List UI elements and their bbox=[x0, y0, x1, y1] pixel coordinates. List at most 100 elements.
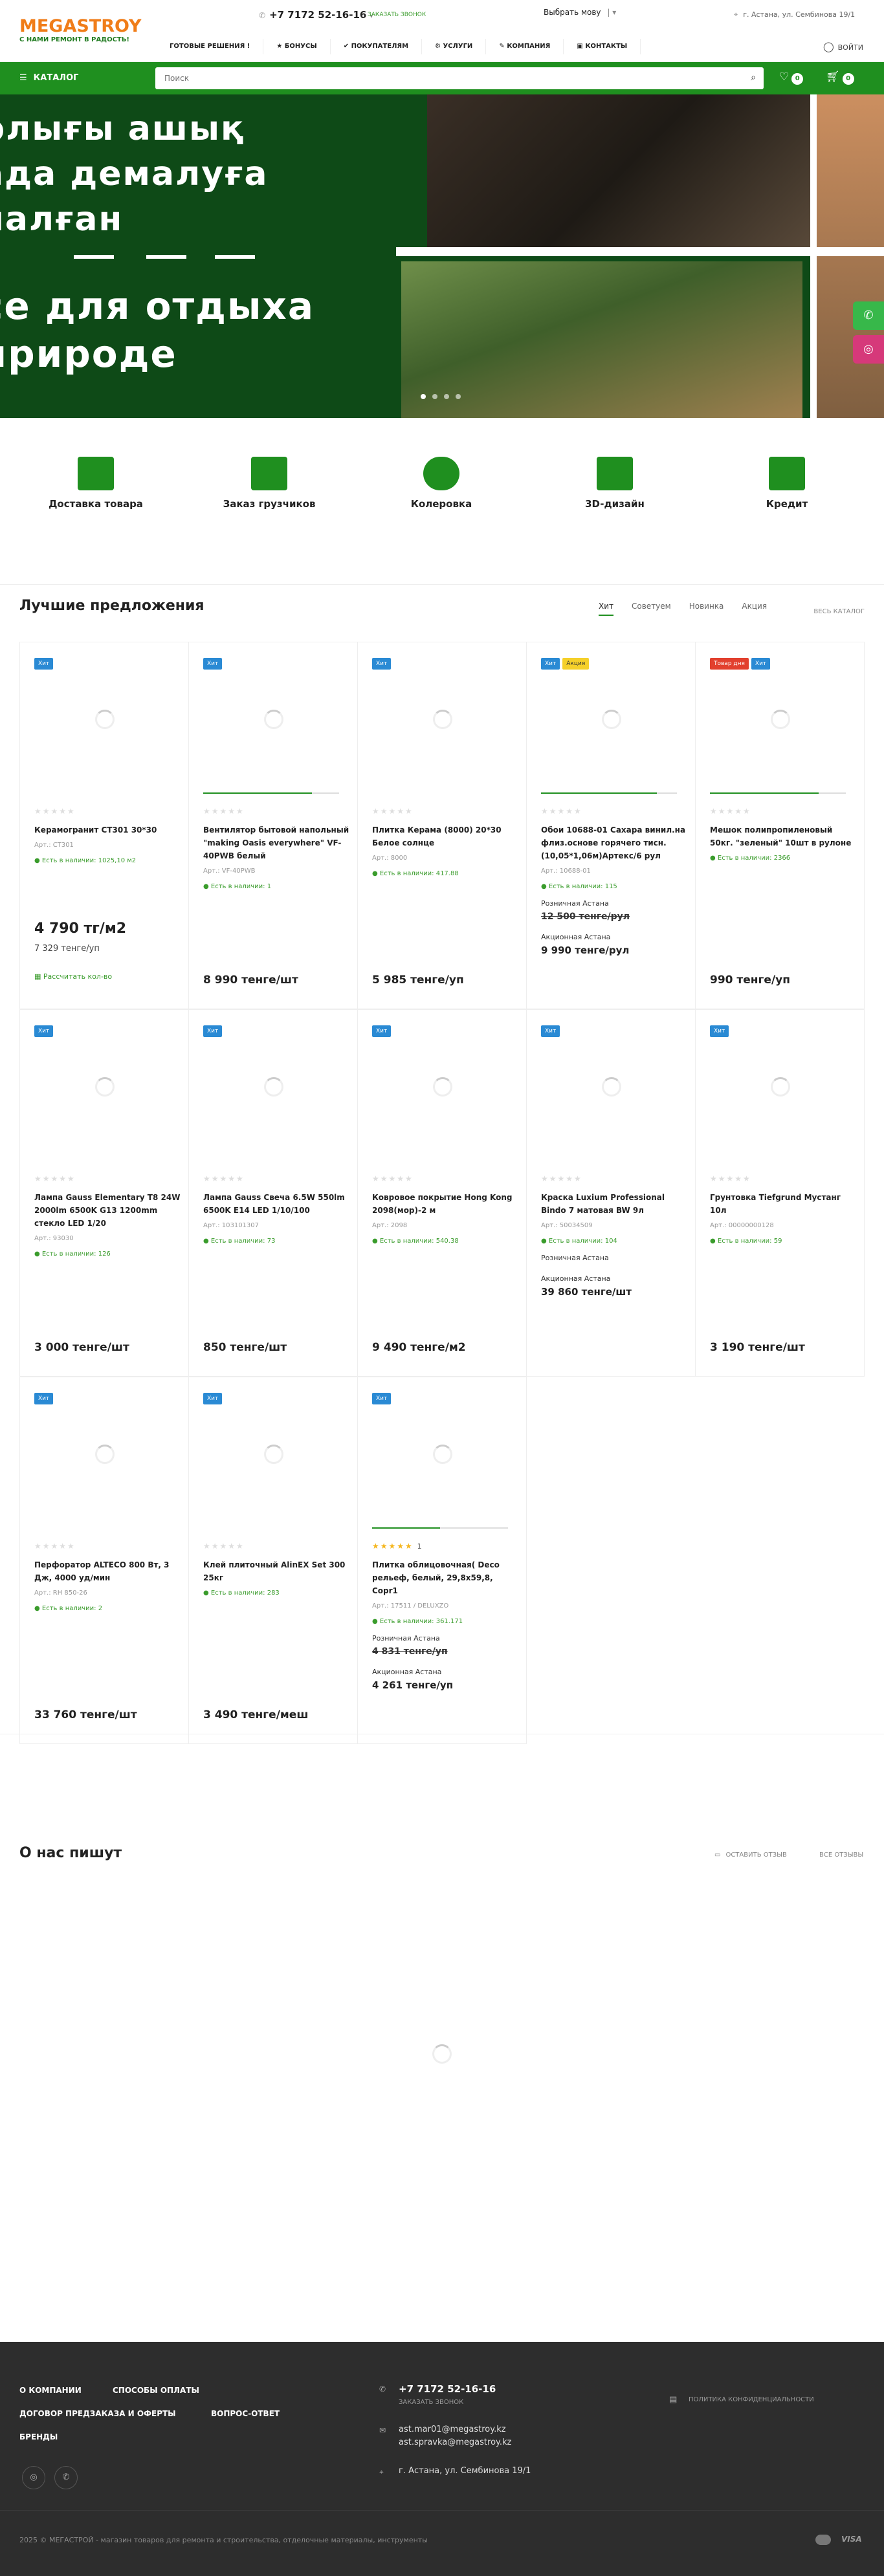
instagram-icon[interactable]: ◎ bbox=[22, 2466, 45, 2489]
product-name[interactable]: Лампа Gauss Elementary T8 24W 2000lm 650… bbox=[34, 1191, 182, 1230]
banner-line-4: се для отдыха bbox=[0, 284, 315, 328]
search-input[interactable] bbox=[155, 67, 725, 89]
footer-callback[interactable]: заказать звонок bbox=[399, 2399, 463, 2406]
calc-label: Рассчитать кол-во bbox=[43, 972, 113, 981]
product-price: 39 860 тенге/шт bbox=[541, 1286, 632, 1298]
copyright: 2025 © МЕГАСТРОЙ - магазин товаров для р… bbox=[19, 2536, 428, 2544]
footer-email-2[interactable]: ast.spravka@megastroy.kz bbox=[399, 2438, 511, 2447]
instagram-icon: ◎ bbox=[863, 342, 874, 356]
divider bbox=[0, 2510, 884, 2511]
rating-stars: ★★★★★ bbox=[541, 1174, 582, 1183]
image-loading-spinner bbox=[95, 1077, 115, 1097]
product-card[interactable]: Товар дня Хит ★★★★★ Мешок полипропиленовый … bbox=[695, 642, 865, 1009]
product-name[interactable]: Плитка облицовочная( Deco рельеф, белый,… bbox=[372, 1558, 520, 1597]
calculate-quantity-link[interactable]: ▦ Рассчитать кол-во bbox=[34, 972, 112, 981]
footer-link-contract[interactable]: ДОГОВОР ПРЕДЗАКАЗА И ОФЕРТЫ bbox=[19, 2409, 176, 2418]
slide-dot[interactable] bbox=[456, 394, 461, 399]
banner-line-1: рлығы ашық bbox=[0, 109, 245, 148]
service-credit[interactable]: Кредит bbox=[722, 457, 852, 510]
product-name[interactable]: Грунтовка Tiefgrund Мустанг 10л bbox=[710, 1191, 857, 1217]
product-article: Арт.: 50034509 bbox=[541, 1222, 593, 1229]
nav-ready-solutions[interactable]: ГОТОВЫЕ РЕШЕНИЯ ! bbox=[157, 39, 264, 54]
product-name[interactable]: Керамогранит CT301 30*30 bbox=[34, 824, 182, 836]
tab-recommend[interactable]: Советуем bbox=[632, 602, 671, 616]
product-card[interactable]: Хит ★★★★★ Лампа Gauss Elementary T8 24W 20… bbox=[19, 1009, 189, 1377]
product-tag: Хит bbox=[203, 658, 223, 670]
service-tinting[interactable]: Колеровка bbox=[377, 457, 506, 510]
service-loaders[interactable]: Заказ грузчиков bbox=[204, 457, 334, 510]
slide-dot[interactable] bbox=[444, 394, 449, 399]
footer-link-faq[interactable]: ВОПРОС-ОТВЕТ bbox=[211, 2409, 280, 2418]
all-catalog-link[interactable]: Весь каталог bbox=[813, 608, 865, 615]
rating-stars: ★★★★★ bbox=[710, 807, 751, 816]
nav-customers[interactable]: ✔ ПОКУПАТЕЛЯМ bbox=[331, 39, 423, 54]
slide-dot[interactable] bbox=[432, 394, 437, 399]
footer-email-1[interactable]: ast.mar01@megastroy.kz bbox=[399, 2425, 506, 2434]
logo[interactable]: MEGASTROY С НАМИ РЕМОНТ В РАДОСТЬ! bbox=[19, 17, 142, 44]
favorites-button[interactable]: ♡ 0 bbox=[779, 71, 804, 85]
slide-dot[interactable] bbox=[421, 394, 426, 399]
tab-hit[interactable]: Хит bbox=[599, 602, 614, 616]
stock-status: ● Есть в наличии: 1 bbox=[203, 883, 272, 890]
product-card[interactable]: Хит ★★★★★ 1 Плитка облицовочная( Deco рель… bbox=[357, 1377, 527, 1744]
product-article: Арт.: 103101307 bbox=[203, 1222, 260, 1229]
product-card[interactable]: Хит ★★★★★ Грунтовка Tiefgrund Мустанг 10л А… bbox=[695, 1009, 865, 1377]
login-button[interactable]: ◯ Войти bbox=[823, 39, 863, 56]
language-select[interactable]: Выбрать мову | ▾ bbox=[544, 8, 616, 17]
tab-new[interactable]: Новинка bbox=[689, 602, 724, 616]
product-card[interactable]: Хит ★★★★★ Ковровое покрытие Hong Kong 2098… bbox=[357, 1009, 527, 1377]
product-name[interactable]: Перфоратор ALTECO 800 Вт, 3 Дж, 4000 уд/… bbox=[34, 1558, 182, 1584]
footer-link-about[interactable]: О КОМПАНИИ bbox=[19, 2386, 82, 2395]
product-card[interactable]: Хит ★★★★★ Клей плиточный AlinEX Set 300 25… bbox=[188, 1377, 358, 1744]
product-card[interactable]: Хит Акция ★★★★★ Обои 10688-01 Сахара винил.… bbox=[526, 642, 696, 1009]
nav-contacts[interactable]: ▣ КОНТАКТЫ bbox=[564, 39, 641, 54]
product-card[interactable]: Хит ★★★★★ Плитка Керама (8000) 20*30 Белое… bbox=[357, 642, 527, 1009]
whatsapp-button[interactable]: ✆ bbox=[853, 301, 884, 330]
tab-promo[interactable]: Акция bbox=[742, 602, 767, 616]
stock-text: Есть в наличии: 361.171 bbox=[379, 1618, 463, 1625]
service-delivery[interactable]: Доставка товара bbox=[31, 457, 160, 510]
product-article: Арт.: RH 850-26 bbox=[34, 1589, 87, 1597]
banner-dash bbox=[215, 255, 255, 259]
privacy-link[interactable]: Политика конфиденциальности bbox=[689, 2396, 814, 2403]
stock-status: ● Есть в наличии: 283 bbox=[203, 1589, 280, 1597]
hero-banner[interactable]: рлығы ашық ада демалуға налған се для от… bbox=[0, 94, 884, 418]
service-3d-design[interactable]: 3D-дизайн bbox=[550, 457, 680, 510]
banner-dash bbox=[146, 255, 186, 259]
nav-services[interactable]: ⚙ УСЛУГИ bbox=[422, 39, 487, 54]
footer-phone[interactable]: +7 7172 52-16-16 bbox=[399, 2383, 496, 2395]
product-name[interactable]: Лампа Gauss Свеча 6.5W 550lm 6500K E14 L… bbox=[203, 1191, 351, 1217]
header-phone[interactable]: ✆ +7 7172 52-16-16 ▾ bbox=[259, 9, 373, 21]
product-card[interactable]: Хит ★★★★★ Керамогранит CT301 30*30 Арт.: CT… bbox=[19, 642, 189, 1009]
nav-company[interactable]: ✎ КОМПАНИЯ bbox=[486, 39, 564, 54]
whatsapp-icon[interactable]: ✆ bbox=[54, 2466, 78, 2489]
product-card[interactable]: Хит ★★★★★ Лампа Gauss Свеча 6.5W 550lm 650… bbox=[188, 1009, 358, 1377]
product-name[interactable]: Вентилятор бытовой напольный "making Oas… bbox=[203, 824, 351, 862]
banner-text-area: рлығы ашық ада демалуға налған се для от… bbox=[0, 94, 395, 418]
product-name[interactable]: Обои 10688-01 Сахара винил.на флиз.основ… bbox=[541, 824, 689, 862]
product-name[interactable]: Ковровое покрытие Hong Kong 2098(мор)-2 … bbox=[372, 1191, 520, 1217]
product-card[interactable]: Хит ★★★★★ Вентилятор бытовой напольный "ma… bbox=[188, 642, 358, 1009]
product-article: Арт.: 2098 bbox=[372, 1222, 408, 1229]
product-name[interactable]: Мешок полипропиленовый 50кг. "зеленый" 1… bbox=[710, 824, 857, 849]
favorites-count: 0 bbox=[791, 73, 804, 85]
search-icon[interactable]: ⌕ bbox=[751, 72, 756, 83]
product-name[interactable]: Плитка Керама (8000) 20*30 Белое солнце bbox=[372, 824, 520, 849]
cart-button[interactable]: 🛒︎ 0 bbox=[826, 71, 854, 85]
footer-link-brands[interactable]: БРЕНДЫ bbox=[19, 2432, 58, 2441]
footer-link-payment[interactable]: СПОСОБЫ ОПЛАТЫ bbox=[113, 2386, 199, 2395]
catalog-button[interactable]: ☰ КАТАЛОГ bbox=[19, 62, 78, 94]
product-name[interactable]: Клей плиточный AlinEX Set 300 25кг bbox=[203, 1558, 351, 1584]
instagram-button[interactable]: ◎ bbox=[853, 335, 884, 364]
leave-review-button[interactable]: ▭ Оставить отзыв bbox=[714, 1851, 787, 1859]
header-address[interactable]: ⌖ г. Астана, ул. Сембинова 19/1 bbox=[734, 10, 855, 19]
product-name[interactable]: Краска Luxium Professional Bindo 7 матов… bbox=[541, 1191, 689, 1217]
nav-bonuses[interactable]: ★ БОНУСЫ bbox=[263, 39, 331, 54]
all-reviews-link[interactable]: Все отзывы bbox=[819, 1851, 863, 1859]
rating-stars: ★★★★★ 1 bbox=[372, 1542, 423, 1551]
nav-label: КОНТАКТЫ bbox=[585, 43, 628, 50]
product-card[interactable]: Хит ★★★★★ Краска Luxium Professional Bindo… bbox=[526, 1009, 696, 1377]
product-tags: Хит bbox=[34, 1025, 56, 1037]
callback-link[interactable]: заказать звонок bbox=[368, 12, 426, 18]
product-card[interactable]: Хит ★★★★★ Перфоратор ALTECO 800 Вт, 3 Дж, … bbox=[19, 1377, 189, 1744]
